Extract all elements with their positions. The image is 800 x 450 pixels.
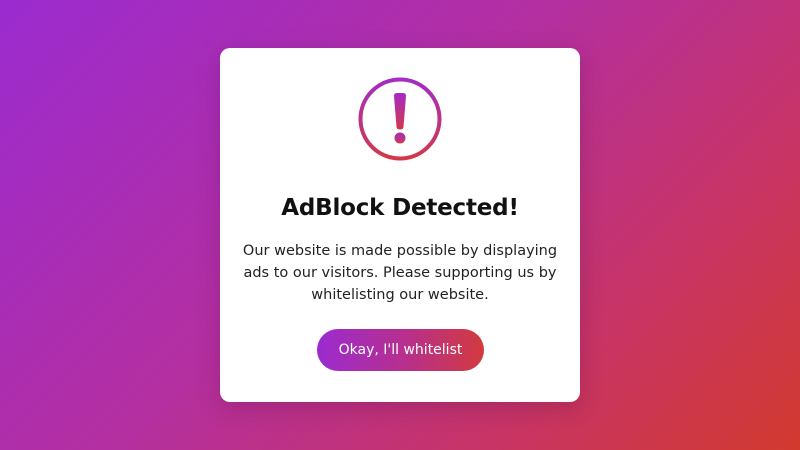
modal-message: Our website is made possible by displayi…: [242, 243, 558, 303]
adblock-modal: AdBlock Detected! Our website is made po…: [220, 48, 580, 402]
exclamation-circle-icon: [357, 76, 443, 162]
whitelist-button[interactable]: Okay, I'll whitelist: [317, 329, 484, 371]
page-background: { "modal": { "title": "AdBlock Detected!…: [0, 0, 800, 450]
modal-title: AdBlock Detected!: [281, 195, 519, 221]
